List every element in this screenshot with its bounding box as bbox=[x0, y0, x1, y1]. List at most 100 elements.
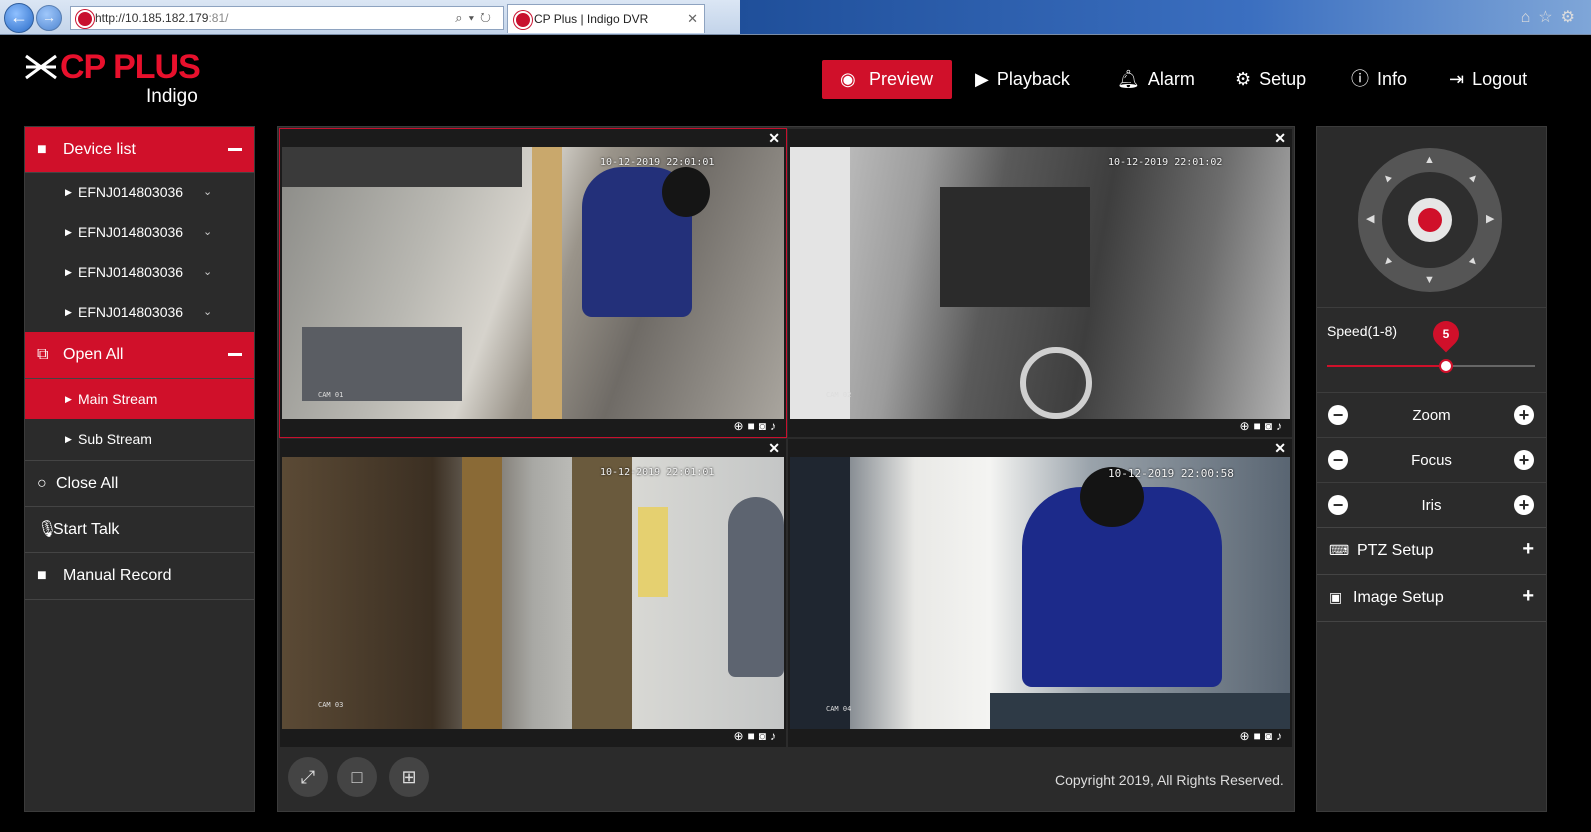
address-bar[interactable]: http://10.185.182.179:81/ ⌕▾↻ bbox=[70, 6, 504, 30]
video-camera-icon: ■ bbox=[37, 567, 47, 584]
ptz-joystick[interactable]: ▲ ▼ ◀ ▶ ▲ ▲ ▼ ▼ bbox=[1358, 148, 1502, 292]
manual-record-button[interactable]: ■ Manual Record bbox=[25, 553, 254, 600]
camera-tools-icons[interactable]: ⊕■◙♪ bbox=[733, 729, 780, 743]
pan-down-left-icon[interactable]: ▼ bbox=[1379, 254, 1395, 270]
collapse-icon[interactable] bbox=[228, 353, 242, 356]
sub-stream-label: Sub Stream bbox=[78, 431, 152, 447]
iris-plus-icon[interactable]: + bbox=[1514, 495, 1534, 515]
fullscreen-button[interactable]: ⤢ bbox=[288, 757, 328, 797]
circle-icon: ○ bbox=[37, 475, 47, 492]
device-item[interactable]: ▶ EFNJ014803036 ⌄ bbox=[25, 172, 254, 212]
manual-record-label: Manual Record bbox=[63, 567, 172, 584]
iris-control: − Iris + bbox=[1317, 482, 1546, 528]
nav-playback[interactable]: ▶ Playback bbox=[975, 60, 1070, 99]
speed-slider-handle[interactable] bbox=[1439, 359, 1453, 373]
nav-preview[interactable]: ◉ Preview bbox=[822, 60, 952, 99]
ptz-setup-label: PTZ Setup bbox=[1357, 542, 1434, 559]
open-all-header[interactable]: ⧉ Open All bbox=[25, 332, 254, 379]
nav-logout[interactable]: ⇥ Logout bbox=[1449, 60, 1527, 99]
expand-triangle-icon: ▶ bbox=[65, 394, 72, 404]
camera-tile[interactable]: ✕ 10-12-2019 22:01:01 CAM 01 ⊕■◙♪ bbox=[279, 128, 787, 438]
main-stream-label: Main Stream bbox=[78, 391, 158, 407]
camera-tile[interactable]: ✕ 10-12-2019 22:01:02 CAM 02 ⊕■◙♪ bbox=[788, 129, 1292, 437]
close-icon[interactable]: ✕ bbox=[1274, 129, 1286, 147]
camera-tools-icons[interactable]: ⊕■◙♪ bbox=[733, 419, 780, 433]
pan-up-left-icon[interactable]: ▲ bbox=[1379, 170, 1395, 186]
speed-slider-fill bbox=[1327, 365, 1446, 367]
nav-info[interactable]: ⓘ Info bbox=[1351, 60, 1407, 99]
camera-tile[interactable]: ✕ 10-12-2019 22:00:58 CAM 04 ⊕■◙♪ bbox=[788, 439, 1292, 747]
close-icon[interactable]: ✕ bbox=[768, 129, 780, 147]
browser-titlebar-area: ⌂☆⚙ bbox=[740, 0, 1591, 34]
nav-info-label: Info bbox=[1377, 69, 1408, 89]
chevron-down-icon[interactable]: ⌄ bbox=[203, 172, 212, 212]
close-all-button[interactable]: ○ Close All bbox=[25, 461, 254, 507]
nav-setup[interactable]: ⚙ Setup bbox=[1235, 60, 1306, 99]
sub-stream-item[interactable]: ▶ Sub Stream bbox=[25, 419, 254, 461]
zoom-in-icon[interactable]: + bbox=[1514, 405, 1534, 425]
image-icon: ▣ bbox=[1329, 589, 1343, 605]
zoom-label: Zoom bbox=[1412, 407, 1451, 424]
camera-label: CAM 03 bbox=[318, 701, 344, 709]
device-item[interactable]: ▶ EFNJ014803036 ⌄ bbox=[25, 212, 254, 252]
ptz-center-button[interactable] bbox=[1408, 198, 1452, 242]
record-dot-icon bbox=[1418, 208, 1442, 232]
image-setup-label: Image Setup bbox=[1353, 589, 1444, 606]
camera-tile[interactable]: ✕ 10-12-2019 22:01:01 CAM 03 ⊕■◙♪ bbox=[280, 439, 786, 747]
expand-plus-icon[interactable]: + bbox=[1522, 585, 1534, 608]
nav-alarm[interactable]: 🔔︎ Alarm bbox=[1117, 60, 1195, 99]
search-refresh-icon[interactable]: ⌕▾↻ bbox=[455, 7, 497, 29]
pan-left-icon[interactable]: ◀ bbox=[1366, 212, 1374, 225]
device-name: EFNJ014803036 bbox=[78, 264, 184, 280]
person-shape bbox=[662, 167, 710, 217]
single-view-button[interactable]: □ bbox=[337, 757, 377, 797]
browser-tab[interactable]: CP Plus | Indigo DVR ✕ bbox=[507, 4, 705, 33]
tab-close-icon[interactable]: ✕ bbox=[687, 5, 698, 33]
back-button[interactable]: ← bbox=[4, 3, 34, 33]
speed-slider[interactable]: 5 bbox=[1327, 315, 1535, 373]
image-setup-row[interactable]: ▣ Image Setup + bbox=[1317, 574, 1546, 622]
camera-tools-icons[interactable]: ⊕■◙♪ bbox=[1239, 729, 1286, 743]
gamepad-icon: ⌨ bbox=[1329, 542, 1350, 558]
home-star-gear-icons[interactable]: ⌂☆⚙ bbox=[1521, 7, 1583, 27]
zoom-control: − Zoom + bbox=[1317, 392, 1546, 438]
camera-timestamp: 10-12-2019 22:01:01 bbox=[600, 467, 715, 478]
chevron-down-icon[interactable]: ⌄ bbox=[203, 252, 212, 292]
expand-plus-icon[interactable]: + bbox=[1522, 538, 1534, 561]
device-item[interactable]: ▶ EFNJ014803036 ⌄ bbox=[25, 292, 254, 332]
camera-label: CAM 02 bbox=[826, 391, 852, 399]
device-list-header[interactable]: ■ Device list bbox=[25, 127, 254, 173]
quad-view-button[interactable]: ⊞ bbox=[389, 757, 429, 797]
nav-setup-label: Setup bbox=[1259, 69, 1307, 89]
focus-plus-icon[interactable]: + bbox=[1514, 450, 1534, 470]
chevron-down-icon[interactable]: ⌄ bbox=[203, 212, 212, 252]
collapse-icon[interactable] bbox=[228, 148, 242, 151]
camera-timestamp: 10-12-2019 22:01:02 bbox=[1108, 157, 1223, 168]
pan-up-right-icon[interactable]: ▲ bbox=[1465, 170, 1481, 186]
expand-triangle-icon: ▶ bbox=[65, 187, 72, 197]
scene-shape bbox=[638, 507, 668, 597]
chevron-down-icon[interactable]: ⌄ bbox=[203, 292, 212, 332]
divider bbox=[1317, 307, 1546, 308]
ptz-panel: ▲ ▼ ◀ ▶ ▲ ▲ ▼ ▼ Speed(1-8) 5 − Zoom + − … bbox=[1316, 126, 1547, 812]
pan-up-icon[interactable]: ▲ bbox=[1424, 154, 1435, 166]
scene-shape bbox=[1020, 347, 1092, 419]
close-icon[interactable]: ✕ bbox=[1274, 439, 1286, 457]
person-shape bbox=[728, 497, 784, 677]
close-icon[interactable]: ✕ bbox=[768, 439, 780, 457]
main-stream-item[interactable]: ▶ Main Stream bbox=[25, 379, 254, 419]
ptz-setup-row[interactable]: ⌨ PTZ Setup + bbox=[1317, 527, 1546, 574]
forward-button[interactable]: → bbox=[36, 5, 62, 31]
pan-right-icon[interactable]: ▶ bbox=[1486, 212, 1494, 225]
scene-shape bbox=[462, 457, 502, 729]
device-name: EFNJ014803036 bbox=[78, 184, 184, 200]
device-item[interactable]: ▶ EFNJ014803036 ⌄ bbox=[25, 252, 254, 292]
start-talk-button[interactable]: 🎙︎ Start Talk bbox=[25, 507, 254, 553]
pan-down-icon[interactable]: ▼ bbox=[1424, 274, 1435, 286]
camera-tools-icons[interactable]: ⊕■◙♪ bbox=[1239, 419, 1286, 433]
pan-down-right-icon[interactable]: ▼ bbox=[1465, 254, 1481, 270]
browser-toolbar: ← → http://10.185.182.179:81/ ⌕▾↻ CP Plu… bbox=[0, 0, 1591, 35]
nav-logout-label: Logout bbox=[1472, 69, 1528, 89]
site-favicon-icon bbox=[76, 10, 94, 28]
device-list-label: Device list bbox=[63, 141, 136, 158]
